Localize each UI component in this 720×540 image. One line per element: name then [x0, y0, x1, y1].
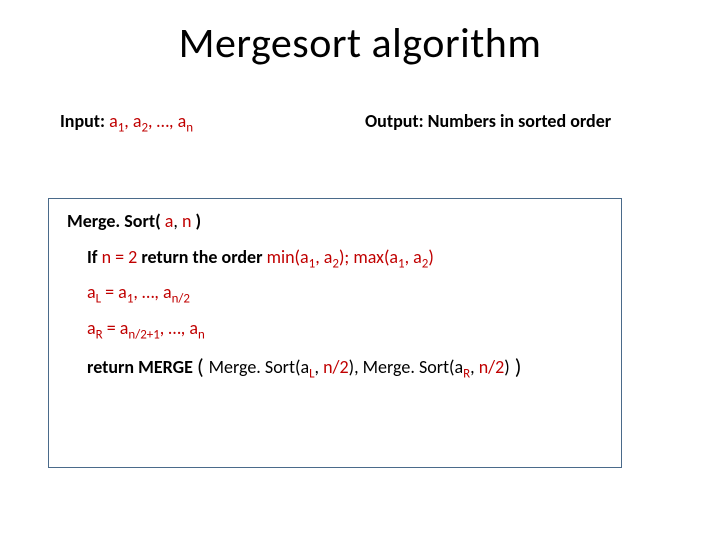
- pseudocode-box: Merge. Sort( a, n ) If n = 2 return the …: [48, 198, 622, 468]
- slide-title: Mergesort algorithm: [0, 18, 720, 69]
- input-a1: a1: [109, 110, 124, 132]
- output-label: Output: Numbers in sorted order: [365, 110, 611, 132]
- aL: aL = a1, …, an/2: [87, 281, 190, 303]
- aR: aR = an/2+1, …, an: [87, 317, 205, 339]
- if-keyword: If: [87, 246, 102, 268]
- right-half-line: aR = an/2+1, …, an: [67, 318, 607, 340]
- fn-name: Merge. Sort(: [67, 210, 161, 232]
- fn-arg-n: n: [182, 210, 196, 232]
- fn-comma: ,: [173, 210, 182, 232]
- return-merge: return MERGE: [87, 356, 197, 378]
- input-dots: , …,: [148, 110, 178, 132]
- max-call: max(a1, a2): [349, 246, 434, 268]
- recursive-right: Merge. Sort(aR, n/2): [363, 356, 510, 378]
- input-sep1: ,: [124, 110, 133, 132]
- fn-arg-a: a: [161, 210, 174, 232]
- input-spec: Input: a1, a2, …, an: [60, 110, 193, 132]
- open-paren: (: [197, 353, 209, 380]
- close-paren: ): [510, 353, 522, 380]
- input-a2: a2: [133, 110, 148, 132]
- min-call: min(a1, a2);: [267, 246, 350, 268]
- recursive-left: Merge. Sort(aL, n/2): [209, 356, 354, 378]
- fn-close: ): [196, 210, 202, 232]
- input-label: Input:: [60, 110, 109, 132]
- if-cond: n = 2: [102, 246, 138, 268]
- left-half-line: aL = a1, …, an/2: [67, 282, 607, 304]
- fn-signature: Merge. Sort( a, n ): [67, 211, 607, 233]
- input-an: an: [178, 110, 193, 132]
- base-case-line: If n = 2 return the order min(a1, a2); m…: [67, 247, 607, 269]
- merge-comma: ,: [354, 356, 363, 378]
- return-line: return MERGE ( Merge. Sort(aL, n/2), Mer…: [67, 353, 607, 379]
- output-spec: Output: Numbers in sorted order: [365, 110, 611, 132]
- return-order: return the order: [137, 246, 266, 268]
